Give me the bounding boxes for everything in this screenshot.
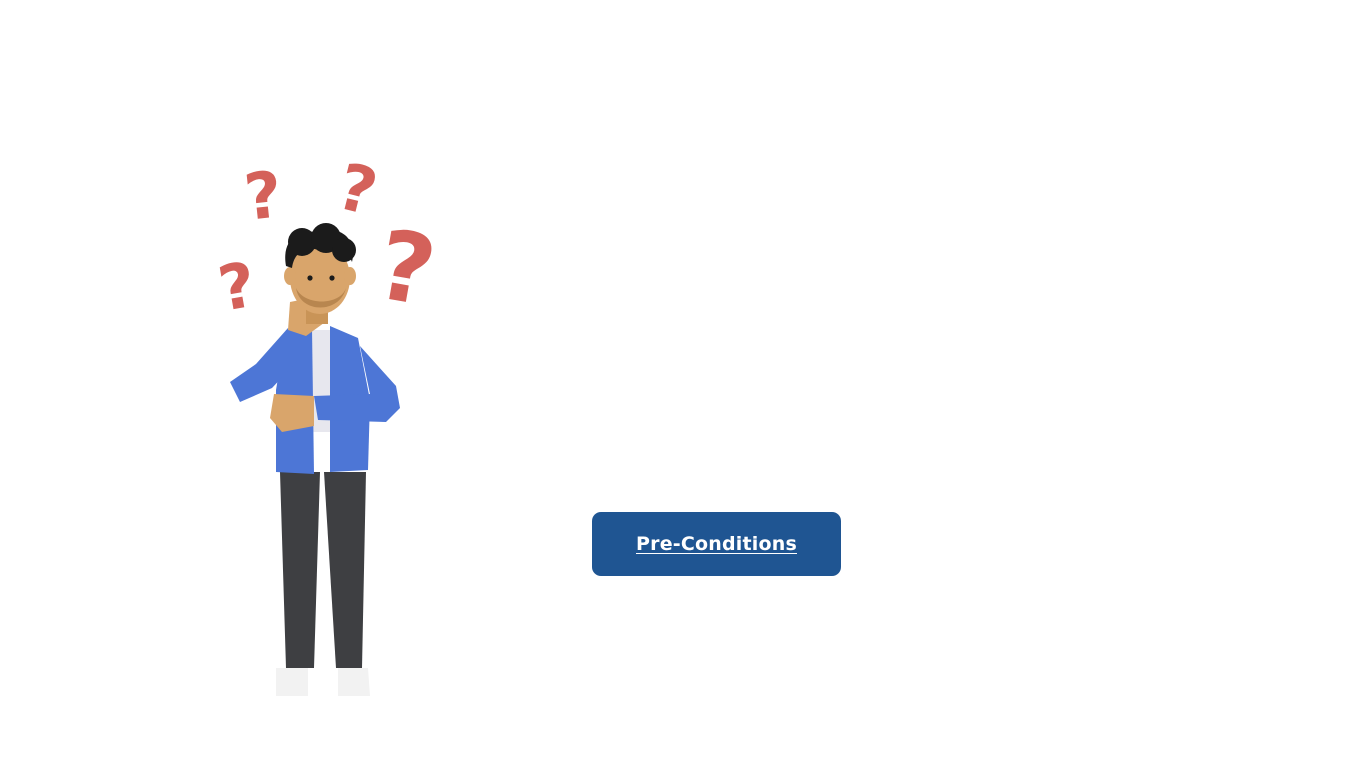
svg-text:?: ?	[330, 150, 384, 231]
page: ? ? ? ? Pre-Conditions	[0, 0, 1366, 768]
svg-text:?: ?	[369, 209, 443, 329]
thinking-person-illustration: ? ? ? ?	[210, 150, 460, 705]
svg-text:?: ?	[213, 248, 261, 326]
pre-conditions-button[interactable]: Pre-Conditions	[592, 512, 841, 576]
pants	[280, 472, 366, 668]
pre-conditions-button-label: Pre-Conditions	[636, 533, 797, 555]
shoes	[276, 668, 370, 696]
svg-text:?: ?	[241, 158, 286, 235]
